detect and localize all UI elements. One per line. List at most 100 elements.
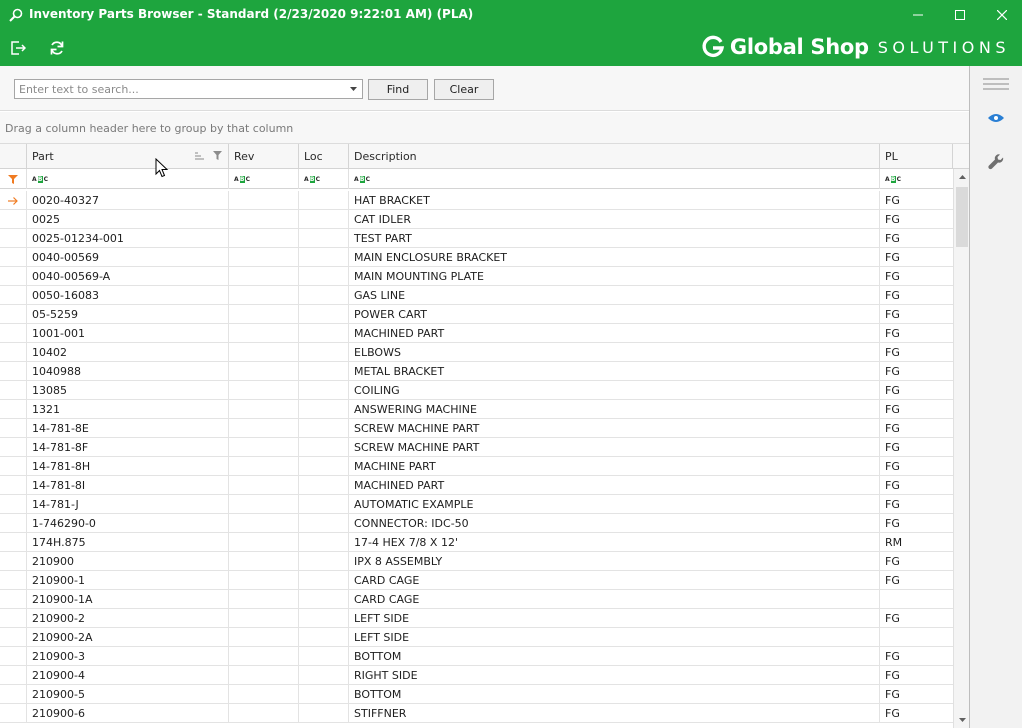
cell-description[interactable]: POWER CART [349,305,880,324]
cell-rev[interactable] [229,305,299,324]
table-row[interactable]: 0025 CAT IDLER FG [0,210,953,229]
cell-pl[interactable]: FG [880,191,953,210]
cell-rev[interactable] [229,609,299,628]
row-indicator[interactable] [0,438,27,457]
close-button[interactable] [982,0,1022,30]
cell-loc[interactable] [299,590,349,609]
cell-loc[interactable] [299,476,349,495]
cell-description[interactable]: 17-4 HEX 7/8 X 12' [349,533,880,552]
cell-pl[interactable]: FG [880,685,953,704]
cell-part[interactable]: 210900-5 [27,685,229,704]
filter-cell-description[interactable]: ABC [349,169,880,189]
table-row[interactable]: 210900-4 RIGHT SIDE FG [0,666,953,685]
cell-rev[interactable] [229,210,299,229]
cell-description[interactable]: LEFT SIDE [349,609,880,628]
filter-icon[interactable] [213,151,222,160]
row-indicator[interactable] [0,419,27,438]
cell-pl[interactable] [880,628,953,647]
cell-loc[interactable] [299,552,349,571]
cell-rev[interactable] [229,666,299,685]
table-row[interactable]: 10402 ELBOWS FG [0,343,953,362]
filter-cell-loc[interactable]: ABC [299,169,349,189]
cell-loc[interactable] [299,533,349,552]
cell-loc[interactable] [299,571,349,590]
cell-loc[interactable] [299,457,349,476]
table-row[interactable]: 0040-00569-A MAIN MOUNTING PLATE FG [0,267,953,286]
cell-rev[interactable] [229,571,299,590]
table-row[interactable]: 210900-2A LEFT SIDE [0,628,953,647]
cell-pl[interactable]: FG [880,267,953,286]
table-row[interactable]: 05-5259 POWER CART FG [0,305,953,324]
cell-pl[interactable]: FG [880,495,953,514]
table-row[interactable]: 210900-2 LEFT SIDE FG [0,609,953,628]
find-button[interactable]: Find [368,79,428,100]
row-indicator[interactable] [0,362,27,381]
cell-rev[interactable] [229,552,299,571]
table-row[interactable]: 14-781-8F SCREW MACHINE PART FG [0,438,953,457]
row-indicator[interactable] [0,552,27,571]
cell-description[interactable]: CAT IDLER [349,210,880,229]
cell-part[interactable]: 1-746290-0 [27,514,229,533]
table-row[interactable]: 1-746290-0 CONNECTOR: IDC-50 FG [0,514,953,533]
cell-rev[interactable] [229,400,299,419]
cell-rev[interactable] [229,457,299,476]
cell-part[interactable]: 14-781-8I [27,476,229,495]
cell-description[interactable]: COILING [349,381,880,400]
cell-pl[interactable] [880,590,953,609]
column-header-pl[interactable]: PL [880,144,953,169]
cell-rev[interactable] [229,419,299,438]
filter-cell-part[interactable]: ABC [27,169,229,189]
table-row[interactable]: 174H.875 17-4 HEX 7/8 X 12' RM [0,533,953,552]
cell-rev[interactable] [229,267,299,286]
cell-description[interactable]: MACHINED PART [349,476,880,495]
cell-part[interactable]: 0025 [27,210,229,229]
row-indicator[interactable] [0,248,27,267]
row-indicator[interactable] [0,476,27,495]
row-indicator[interactable] [0,514,27,533]
cell-part[interactable]: 10402 [27,343,229,362]
cell-description[interactable]: MACHINED PART [349,324,880,343]
cell-loc[interactable] [299,267,349,286]
table-row[interactable]: 210900-1A CARD CAGE [0,590,953,609]
cell-loc[interactable] [299,419,349,438]
row-indicator[interactable] [0,343,27,362]
cell-description[interactable]: CARD CAGE [349,571,880,590]
cell-part[interactable]: 210900-1 [27,571,229,590]
cell-part[interactable]: 174H.875 [27,533,229,552]
row-indicator[interactable] [0,229,27,248]
row-indicator[interactable] [0,210,27,229]
column-header-rev[interactable]: Rev [229,144,299,169]
side-tools-button[interactable] [970,144,1022,180]
cell-pl[interactable]: RM [880,533,953,552]
cell-loc[interactable] [299,400,349,419]
cell-pl[interactable]: FG [880,381,953,400]
cell-loc[interactable] [299,229,349,248]
table-row[interactable]: 210900 IPX 8 ASSEMBLY FG [0,552,953,571]
cell-pl[interactable]: FG [880,476,953,495]
row-indicator[interactable] [0,590,27,609]
row-indicator[interactable] [0,571,27,590]
cell-pl[interactable]: FG [880,210,953,229]
cell-description[interactable]: AUTOMATIC EXAMPLE [349,495,880,514]
scroll-up-button[interactable] [954,169,969,185]
cell-rev[interactable] [229,628,299,647]
maximize-button[interactable] [940,0,980,30]
cell-rev[interactable] [229,533,299,552]
cell-loc[interactable] [299,343,349,362]
cell-part[interactable]: 14-781-8H [27,457,229,476]
cell-part[interactable]: 210900-6 [27,704,229,723]
cell-description[interactable]: ELBOWS [349,343,880,362]
row-indicator[interactable] [0,533,27,552]
row-indicator[interactable] [0,324,27,343]
cell-loc[interactable] [299,495,349,514]
cell-description[interactable]: BOTTOM [349,647,880,666]
cell-description[interactable]: RIGHT SIDE [349,666,880,685]
row-indicator[interactable] [0,647,27,666]
table-row[interactable]: 1321 ANSWERING MACHINE FG [0,400,953,419]
table-row[interactable]: 210900-1 CARD CAGE FG [0,571,953,590]
table-row[interactable]: 210900-6 STIFFNER FG [0,704,953,723]
column-header-description[interactable]: Description [349,144,880,169]
cell-pl[interactable]: FG [880,647,953,666]
cell-description[interactable]: CONNECTOR: IDC-50 [349,514,880,533]
cell-rev[interactable] [229,248,299,267]
